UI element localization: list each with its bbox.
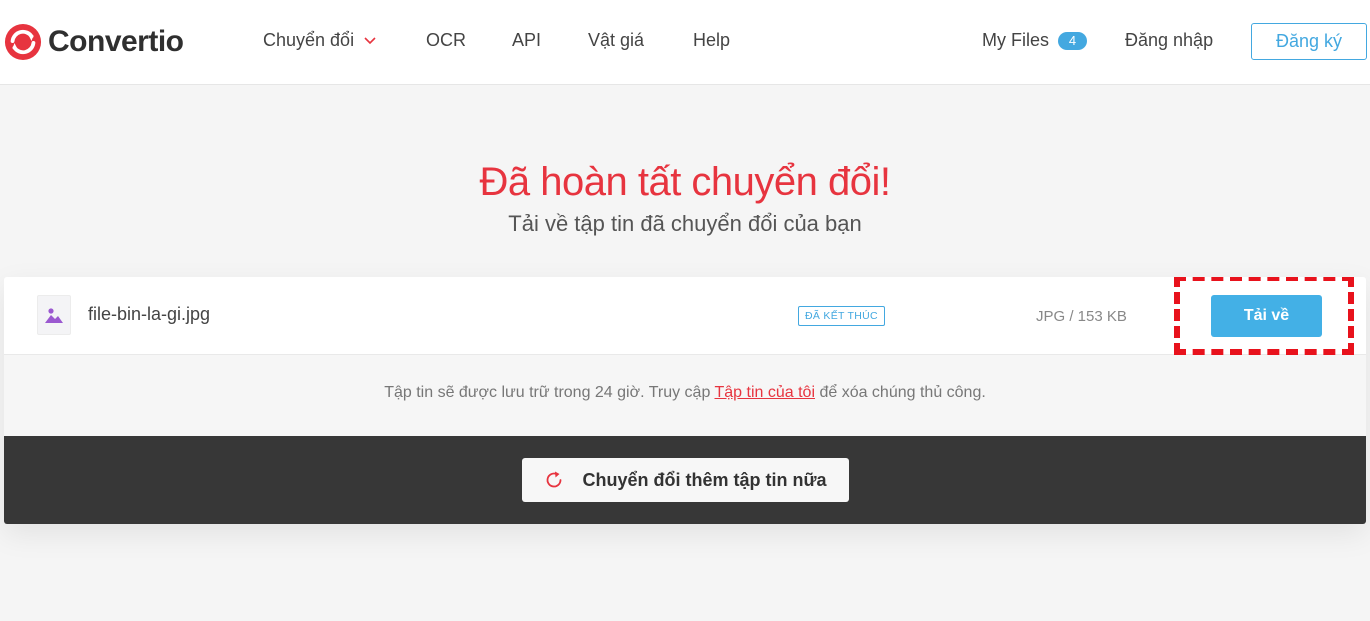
nav-item-help[interactable]: Help [693,30,730,51]
nav-item-convert[interactable]: Chuyển đổi [263,30,376,51]
login-link[interactable]: Đăng nhập [1125,30,1213,51]
nav-item-label: Help [693,30,731,50]
nav-item-label: Vật giá [588,30,645,50]
note-text-before: Tập tin sẽ được lưu trữ trong 24 giờ. Tr… [384,384,715,401]
result-card: file-bin-la-gi.jpg ĐÃ KẾT THÚC JPG / 153… [4,277,1366,524]
page-subtitle: Tải về tập tin đã chuyển đổi của bạn [508,211,862,236]
file-thumbnail [37,295,71,335]
convert-more-bar: Chuyển đổi thêm tập tin nữa [4,436,1366,524]
image-icon [45,308,63,323]
status-badge: ĐÃ KẾT THÚC [798,306,885,326]
convert-more-button[interactable]: Chuyển đổi thêm tập tin nữa [522,458,849,502]
storage-note: Tập tin sẽ được lưu trữ trong 24 giờ. Tr… [4,384,1366,402]
nav-item-label: OCR [426,30,466,50]
nav-item-ocr[interactable]: OCR [426,30,466,51]
convert-more-label: Chuyển đổi thêm tập tin nữa [582,469,827,490]
my-files-count-badge: 4 [1058,31,1087,50]
convertio-logo-icon [4,23,42,61]
nav-item-label: API [512,30,542,50]
logo[interactable]: Convertio [4,22,184,62]
note-text-after: để xóa chúng thủ công. [815,384,986,401]
nav-item-label: Chuyển đổi [263,30,355,50]
nav-item-pricing[interactable]: Vật giá [588,30,644,51]
refresh-icon [547,471,562,488]
file-name: file-bin-la-gi.jpg [88,304,211,324]
page-title: Đã hoàn tất chuyển đổi! [479,160,891,204]
signup-button[interactable]: Đăng ký [1251,23,1367,60]
highlight-annotation [1174,277,1354,355]
my-files-inline-link[interactable]: Tập tin của tôi [715,384,816,401]
my-files-link[interactable]: My Files 4 [982,30,1087,51]
chevron-down-icon [364,36,376,44]
site-header: Convertio Chuyển đổi OCR API Vật giá Hel… [0,0,1370,85]
file-meta: JPG / 153 KB [1036,308,1127,325]
file-row: file-bin-la-gi.jpg ĐÃ KẾT THÚC JPG / 153… [4,277,1366,355]
logo-text: Convertio [48,25,184,58]
nav-item-api[interactable]: API [512,30,541,51]
my-files-label: My Files [982,30,1049,50]
